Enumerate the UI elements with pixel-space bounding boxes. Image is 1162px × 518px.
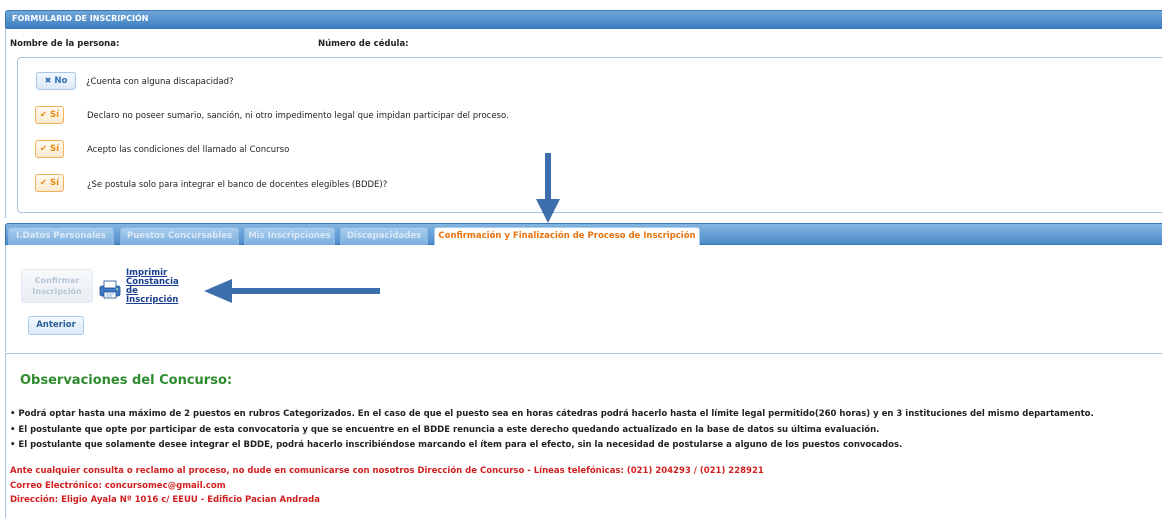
tab-my-registrations[interactable]: Mis Inscripciones	[244, 227, 335, 245]
confirm-line1: Confirmar	[34, 276, 80, 285]
printer-icon[interactable]	[98, 279, 122, 299]
print-link-line4: Inscripción	[126, 295, 179, 305]
tab-disabilities[interactable]: Discapacidades	[340, 227, 428, 245]
observation-item-2: • El postulante que opte por participar …	[10, 425, 880, 435]
legal-impediment-toggle-button[interactable]: ✔ Sí	[35, 106, 64, 124]
bdde-only-answer: Sí	[50, 178, 60, 188]
form-header: FORMULARIO DE INSCRIPCIÓN	[5, 10, 1162, 29]
tab-available-positions[interactable]: Puestos Concursables	[120, 227, 239, 245]
form-title: FORMULARIO DE INSCRIPCIÓN	[12, 14, 149, 23]
bdde-only-toggle-button[interactable]: ✔ Sí	[35, 174, 64, 192]
tab-confirmation[interactable]: Confirmación y Finalización de Proceso d…	[434, 227, 700, 245]
annotation-left-arrow	[204, 279, 380, 303]
person-name-label: Nombre de la persona:	[10, 39, 120, 49]
observations-title: Observaciones del Concurso:	[20, 373, 233, 388]
observation-item-3: • El postulante que solamente desee inte…	[10, 440, 903, 450]
confirm-line2: Inscripción	[32, 287, 82, 296]
question-legal-impediment: Declaro no poseer sumario, sanción, ni o…	[87, 111, 509, 121]
id-number-label: Número de cédula:	[318, 39, 409, 49]
check-icon: ✔	[39, 178, 48, 188]
check-icon: ✔	[39, 110, 48, 120]
confirm-registration-button[interactable]: Confirmar Inscripción	[21, 269, 93, 303]
question-disability: ¿Cuenta con alguna discapacidad?	[86, 77, 234, 87]
contact-email: Correo Electrónico: concursomec@gmail.co…	[10, 481, 226, 491]
check-icon: ✔	[39, 144, 48, 154]
legal-impediment-answer: Sí	[50, 110, 60, 120]
previous-button[interactable]: Anterior	[28, 316, 84, 335]
contact-phones: Ante cualquier consulta o reclamo al pro…	[10, 466, 764, 476]
annotation-down-arrow	[536, 153, 560, 223]
accept-conditions-answer: Sí	[50, 144, 60, 154]
question-bdde-only: ¿Se postula solo para integrar el banco …	[87, 180, 388, 190]
question-accept-conditions: Acepto las condiciones del llamado al Co…	[87, 145, 290, 155]
contact-address: Dirección: Eligio Ayala Nº 1016 c/ EEUU …	[10, 495, 320, 505]
close-icon: ✖	[44, 76, 52, 85]
tab-personal-data[interactable]: I.Datos Personales	[8, 227, 114, 245]
print-certificate-link[interactable]: Imprimir Constancia de Inscripción	[126, 269, 179, 305]
observation-item-1: • Podrá optar hasta una máximo de 2 pues…	[10, 409, 1094, 419]
accept-conditions-toggle-button[interactable]: ✔ Sí	[35, 140, 64, 158]
disability-toggle-button[interactable]: ✖ No	[36, 72, 76, 90]
disability-answer: No	[54, 76, 68, 86]
